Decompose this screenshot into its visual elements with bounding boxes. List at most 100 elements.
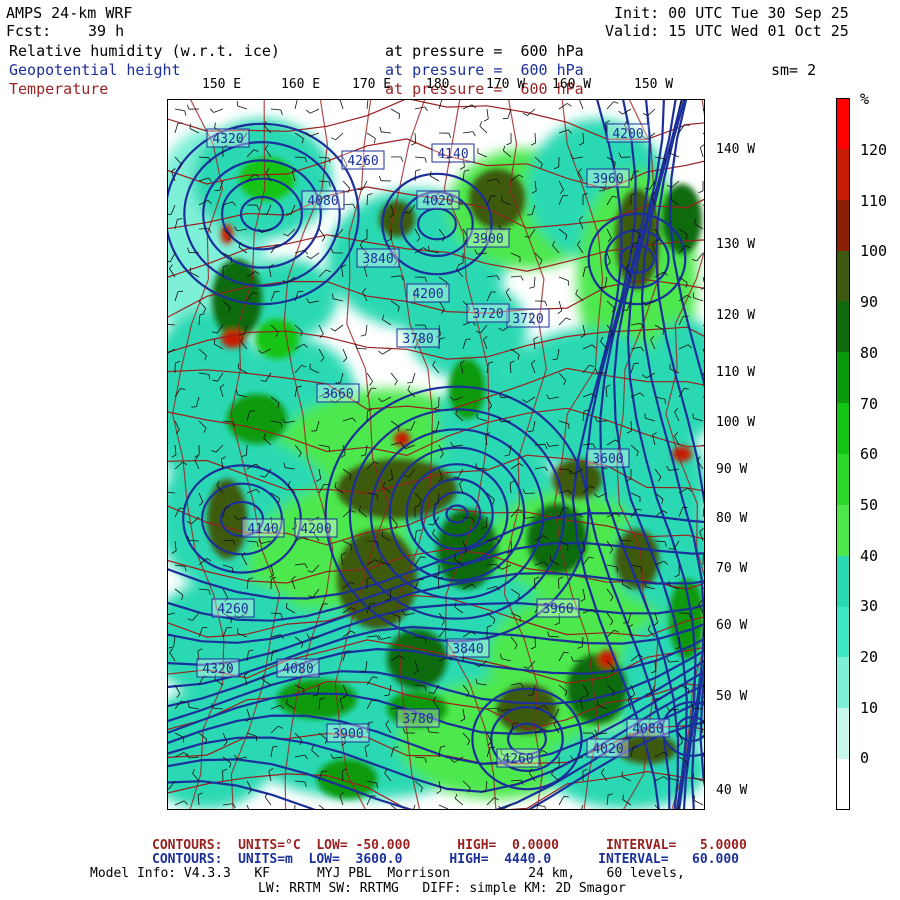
- height-label: 3720: [512, 312, 543, 327]
- wind-barb-flag: [393, 746, 399, 748]
- height-label: 4260: [217, 602, 248, 617]
- height-label: 3780: [402, 712, 433, 727]
- height-label: 4200: [412, 287, 443, 302]
- top-lon-label: 170 W: [486, 77, 526, 92]
- wind-barb: [524, 492, 536, 494]
- field-level-height: at pressure = 600 hPa: [385, 61, 584, 79]
- height-label: 4260: [347, 154, 378, 169]
- colorbar-tick-label: 40: [860, 546, 879, 565]
- height-label: 4200: [612, 127, 643, 142]
- wind-barb-flag: [335, 382, 341, 384]
- height-label: 3780: [402, 332, 433, 347]
- wind-barb: [438, 492, 440, 504]
- colorbar-unit: %: [860, 90, 870, 108]
- height-label: 3840: [362, 252, 393, 267]
- humidity-peak: [221, 330, 245, 348]
- weather-map: 4320 4260 4140 4200 4080 4020 3960 3900 3840 3780…: [167, 99, 705, 810]
- height-label: 4200: [300, 522, 331, 537]
- humidity-core: [317, 759, 377, 799]
- humidity-peak: [672, 446, 692, 462]
- height-label: 3900: [332, 727, 363, 742]
- wind-barb-flag: [189, 123, 191, 129]
- colorbar-tick-label: 90: [860, 293, 879, 312]
- model-info: Model Info: V4.3.3 KF MYJ PBL Morrison 2…: [90, 866, 685, 881]
- height-label: 3660: [322, 387, 353, 402]
- wind-barb: [390, 228, 392, 240]
- wind-barb: [558, 578, 560, 590]
- height-label: 3960: [592, 172, 623, 187]
- wind-barb: [198, 228, 210, 230]
- wind-barb-flag: [683, 315, 689, 317]
- wind-barb-flag: [179, 507, 185, 509]
- field-name-temp: Temperature: [9, 80, 109, 98]
- top-lon-label: 150 W: [634, 77, 674, 92]
- humidity-peak: [221, 224, 233, 244]
- right-lon-label: 50 W: [716, 689, 748, 704]
- colorbar-tick-label: 120: [860, 141, 888, 159]
- colorbar-tick-label: 30: [860, 597, 879, 616]
- forecast-label: Fcst:: [6, 22, 52, 40]
- humidity-core: [207, 479, 247, 559]
- right-lon-label: 90 W: [716, 462, 748, 477]
- humidity-core: [212, 259, 262, 339]
- height-label: 4320: [202, 662, 233, 677]
- height-label: 4140: [247, 522, 278, 537]
- model-info-2: LW: RRTM SW: RRTMG DIFF: simple KM: 2D S…: [258, 881, 626, 896]
- temp-contour-info: CONTOURS: UNITS=°C LOW= -50.000 HIGH= 0.…: [152, 838, 747, 853]
- right-lon-label: 60 W: [716, 618, 748, 633]
- right-lon-label: 120 W: [716, 308, 756, 323]
- colorbar-tick-label: 110: [860, 191, 888, 210]
- wind-barb-flag: [381, 531, 384, 537]
- height-label: 4080: [307, 194, 338, 209]
- wind-barb-flag: [345, 650, 351, 652]
- colorbar-tick-label: 0: [860, 749, 870, 768]
- colorbar-tick-label: 60: [860, 445, 879, 464]
- wind-barb: [534, 578, 536, 590]
- colorbar-tick-label: 100: [860, 242, 888, 261]
- top-lon-label: 170 E: [352, 77, 392, 92]
- top-lon-label: 150 E: [202, 77, 242, 92]
- height-label: 4020: [592, 742, 623, 757]
- height-label: 3600: [592, 452, 623, 467]
- wind-barb-flag: [692, 413, 694, 419]
- wind-barb-flag: [189, 267, 191, 273]
- height-label: 4080: [282, 662, 313, 677]
- height-label: 4260: [502, 752, 533, 767]
- top-lon-label: 160 E: [281, 77, 321, 92]
- wind-barb-flag: [371, 387, 377, 389]
- wind-barb: [486, 564, 498, 566]
- field-name-height: Geopotential height: [9, 61, 181, 79]
- wind-barb-flag: [644, 413, 646, 419]
- height-label: 4020: [422, 194, 453, 209]
- wind-barb: [414, 170, 416, 182]
- height-label: 4140: [437, 147, 468, 162]
- colorbar-tick-label: 70: [860, 394, 879, 413]
- right-lon-label: 70 W: [716, 561, 748, 576]
- top-lon-label: 180: [426, 77, 450, 92]
- wind-barb-flag: [357, 189, 363, 191]
- height-label: 3720: [472, 307, 503, 322]
- right-lon-label: 140 W: [716, 142, 756, 157]
- colorbar-tick-label: 10: [860, 698, 879, 717]
- colorbar-tick-label: 80: [860, 343, 879, 362]
- field-level-rh: at pressure = 600 hPa: [385, 42, 584, 60]
- wind-barb-flag: [476, 413, 478, 419]
- wind-barb-flag: [351, 545, 353, 551]
- height-label: 4080: [632, 722, 663, 737]
- wind-barb: [558, 468, 570, 470]
- colorbar-frame: [836, 98, 850, 810]
- top-lon-label: 160 W: [552, 77, 592, 92]
- humidity-core: [469, 169, 525, 229]
- wind-barb-flag: [239, 334, 245, 336]
- forecast-hour: 39 h: [88, 22, 125, 40]
- field-name-rh: Relative humidity (w.r.t. ice): [9, 42, 280, 60]
- right-lon-label: 110 W: [716, 365, 756, 380]
- valid-time: Valid: 15 UTC Wed 01 Oct 25: [605, 22, 849, 40]
- humidity-colorbar: [836, 98, 850, 811]
- colorbar-tick-label: 50: [860, 495, 879, 514]
- height-label: 3900: [472, 232, 503, 247]
- smoothing-label: sm= 2: [771, 61, 817, 79]
- wind-barb: [294, 156, 306, 158]
- humidity-core: [379, 201, 415, 237]
- model-title: AMPS 24-km WRF: [6, 4, 133, 22]
